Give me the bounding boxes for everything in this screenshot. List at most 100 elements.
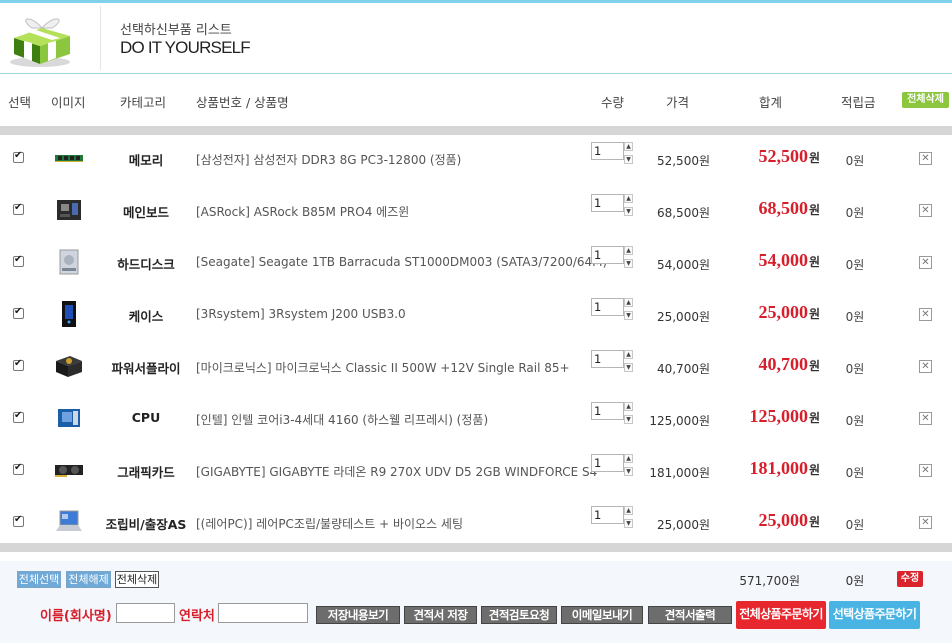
row-checkbox[interactable] [13,254,24,267]
row-qty-input[interactable]: 1 [591,350,624,368]
row-product-name[interactable]: [삼성전자] 삼성전자 DDR3 8G PC3-12800 (정품) [196,151,461,168]
delete-all-button-top[interactable]: 전체삭제 [902,92,949,108]
gpu-icon [52,455,86,485]
row-qty-stepper[interactable]: ▲ ▼ [624,142,635,172]
row-delete-icon[interactable]: ✕ [919,516,932,529]
row-qty-input[interactable]: 1 [591,402,624,420]
row-delete-icon[interactable]: ✕ [919,360,932,373]
stepper-up-icon[interactable]: ▲ [624,194,633,203]
gift-box-logo-icon [10,18,70,67]
row-qty-input[interactable]: 1 [591,194,624,212]
row-qty-stepper[interactable]: ▲ ▼ [624,246,635,276]
row-product-name[interactable]: [Seagate] Seagate 1TB Barracuda ST1000DM… [196,255,607,269]
row-total-value: 68,500 [758,198,808,218]
row-points: 0원 [845,466,865,480]
send-email-button[interactable]: 이메일보내기 [561,606,643,624]
row-checkbox[interactable] [13,410,24,423]
table-row: 메인보드[ASRock] ASRock B85M PRO4 에즈윈1▲▼68,5… [0,184,952,236]
row-price: 125,000원 [649,414,710,428]
table-row: 조립비/출장AS [(레어PC)] 레어PC조립/불량테스트 + 바이오스 세팅 1… [0,496,952,548]
row-total-unit: 원 [808,255,820,269]
stepper-down-icon[interactable]: ▼ [624,259,633,268]
table-header: 선택 이미지 카테고리 상품번호 / 상품명 수량 가격 합계 적립금 [0,74,952,126]
row-total: 25,000원 [720,302,820,323]
row-product-name[interactable]: [마이크로닉스] 마이크로닉스 Classic II 500W +12V Sin… [196,359,570,376]
name-input[interactable] [116,603,175,623]
row-total-value: 40,700 [758,354,808,374]
row-category: 메모리 [128,153,164,168]
view-saved-button[interactable]: 저장내용보기 [316,606,400,624]
row-checkbox[interactable] [13,150,24,163]
row-checkbox[interactable] [13,306,24,319]
row-total: 52,500원 [720,146,820,167]
row-qty-input[interactable]: 1 [591,506,624,524]
row-qty-stepper[interactable]: ▲ ▼ [624,506,635,536]
row-qty-stepper[interactable]: ▲ ▼ [624,402,635,432]
row-qty-stepper[interactable]: ▲ ▼ [624,350,635,380]
row-delete-icon[interactable]: ✕ [919,464,932,477]
row-total-value: 25,000 [758,302,808,322]
stepper-down-icon[interactable]: ▼ [624,519,633,528]
row-total: 181,000원 [720,458,820,479]
delete-all-button[interactable]: 전체삭제 [115,571,159,588]
row-qty-input[interactable]: 1 [591,246,624,264]
row-checkbox[interactable] [13,202,24,215]
row-qty-stepper[interactable]: ▲ ▼ [624,298,635,328]
row-qty-input[interactable]: 1 [591,454,624,472]
stepper-down-icon[interactable]: ▼ [624,155,633,164]
row-total: 25,000원 [720,510,820,531]
row-category: 케이스 [128,309,164,324]
stepper-down-icon[interactable]: ▼ [624,467,633,476]
print-quote-button[interactable]: 견적서출력 [648,606,732,624]
stepper-up-icon[interactable]: ▲ [624,350,633,359]
row-product-name[interactable]: [(레어PC)] 레어PC조립/불량테스트 + 바이오스 세팅 [196,515,463,532]
stepper-down-icon[interactable]: ▼ [624,207,633,216]
contact-input[interactable] [218,603,308,623]
row-product-name[interactable]: [3Rsystem] 3Rsystem J200 USB3.0 [196,307,406,321]
row-delete-icon[interactable]: ✕ [919,412,932,425]
save-quote-button[interactable]: 견적서 저장 [404,606,477,624]
stepper-up-icon[interactable]: ▲ [624,506,633,515]
row-points: 0원 [845,518,865,532]
edit-button[interactable]: 수정 [897,571,923,587]
sum-points: 0원 [845,574,865,588]
row-category: CPU [131,410,161,425]
row-checkbox[interactable] [13,514,24,527]
row-total-unit: 원 [808,411,820,425]
row-category: 하드디스크 [117,257,175,272]
row-delete-icon[interactable]: ✕ [919,152,932,165]
row-qty-input[interactable]: 1 [591,298,624,316]
row-product-name[interactable]: [인텔] 인텔 코어i3-4세대 4160 (하스웰 리프레시) (정품) [196,411,488,428]
row-qty-stepper[interactable]: ▲ ▼ [624,194,635,224]
row-checkbox[interactable] [13,358,24,371]
deselect-all-button[interactable]: 전체해제 [66,571,111,588]
row-qty-stepper[interactable]: ▲ ▼ [624,454,635,484]
row-checkbox[interactable] [13,462,24,475]
review-request-button[interactable]: 견적검토요청 [481,606,557,624]
stepper-up-icon[interactable]: ▲ [624,298,633,307]
row-delete-icon[interactable]: ✕ [919,204,932,217]
stepper-down-icon[interactable]: ▼ [624,363,633,372]
stepper-up-icon[interactable]: ▲ [624,246,633,255]
order-all-button[interactable]: 전체상품주문하기 [736,601,826,629]
row-points: 0원 [845,258,865,272]
order-selected-button[interactable]: 선택상품주문하기 [829,601,920,629]
row-delete-icon[interactable]: ✕ [919,308,932,321]
row-product-name[interactable]: [GIGABYTE] GIGABYTE 라데온 R9 270X UDV D5 2… [196,463,597,480]
page-title: DO IT YOURSELF [120,38,251,57]
stepper-down-icon[interactable]: ▼ [624,415,633,424]
row-product-name[interactable]: [ASRock] ASRock B85M PRO4 에즈윈 [196,203,409,220]
memory-icon [52,143,86,173]
row-delete-icon[interactable]: ✕ [919,256,932,269]
select-all-button[interactable]: 전체선택 [17,571,61,588]
row-total-unit: 원 [808,151,820,165]
table-row: 하드디스크 [Seagate] Seagate 1TB Barracuda ST1… [0,236,952,288]
row-total-value: 54,000 [758,250,808,270]
stepper-up-icon[interactable]: ▲ [624,454,633,463]
stepper-up-icon[interactable]: ▲ [624,142,633,151]
stepper-up-icon[interactable]: ▲ [624,402,633,411]
logo-divider [100,6,101,70]
col-product: 상품번호 / 상품명 [196,95,289,110]
stepper-down-icon[interactable]: ▼ [624,311,633,320]
row-qty-input[interactable]: 1 [591,142,624,160]
